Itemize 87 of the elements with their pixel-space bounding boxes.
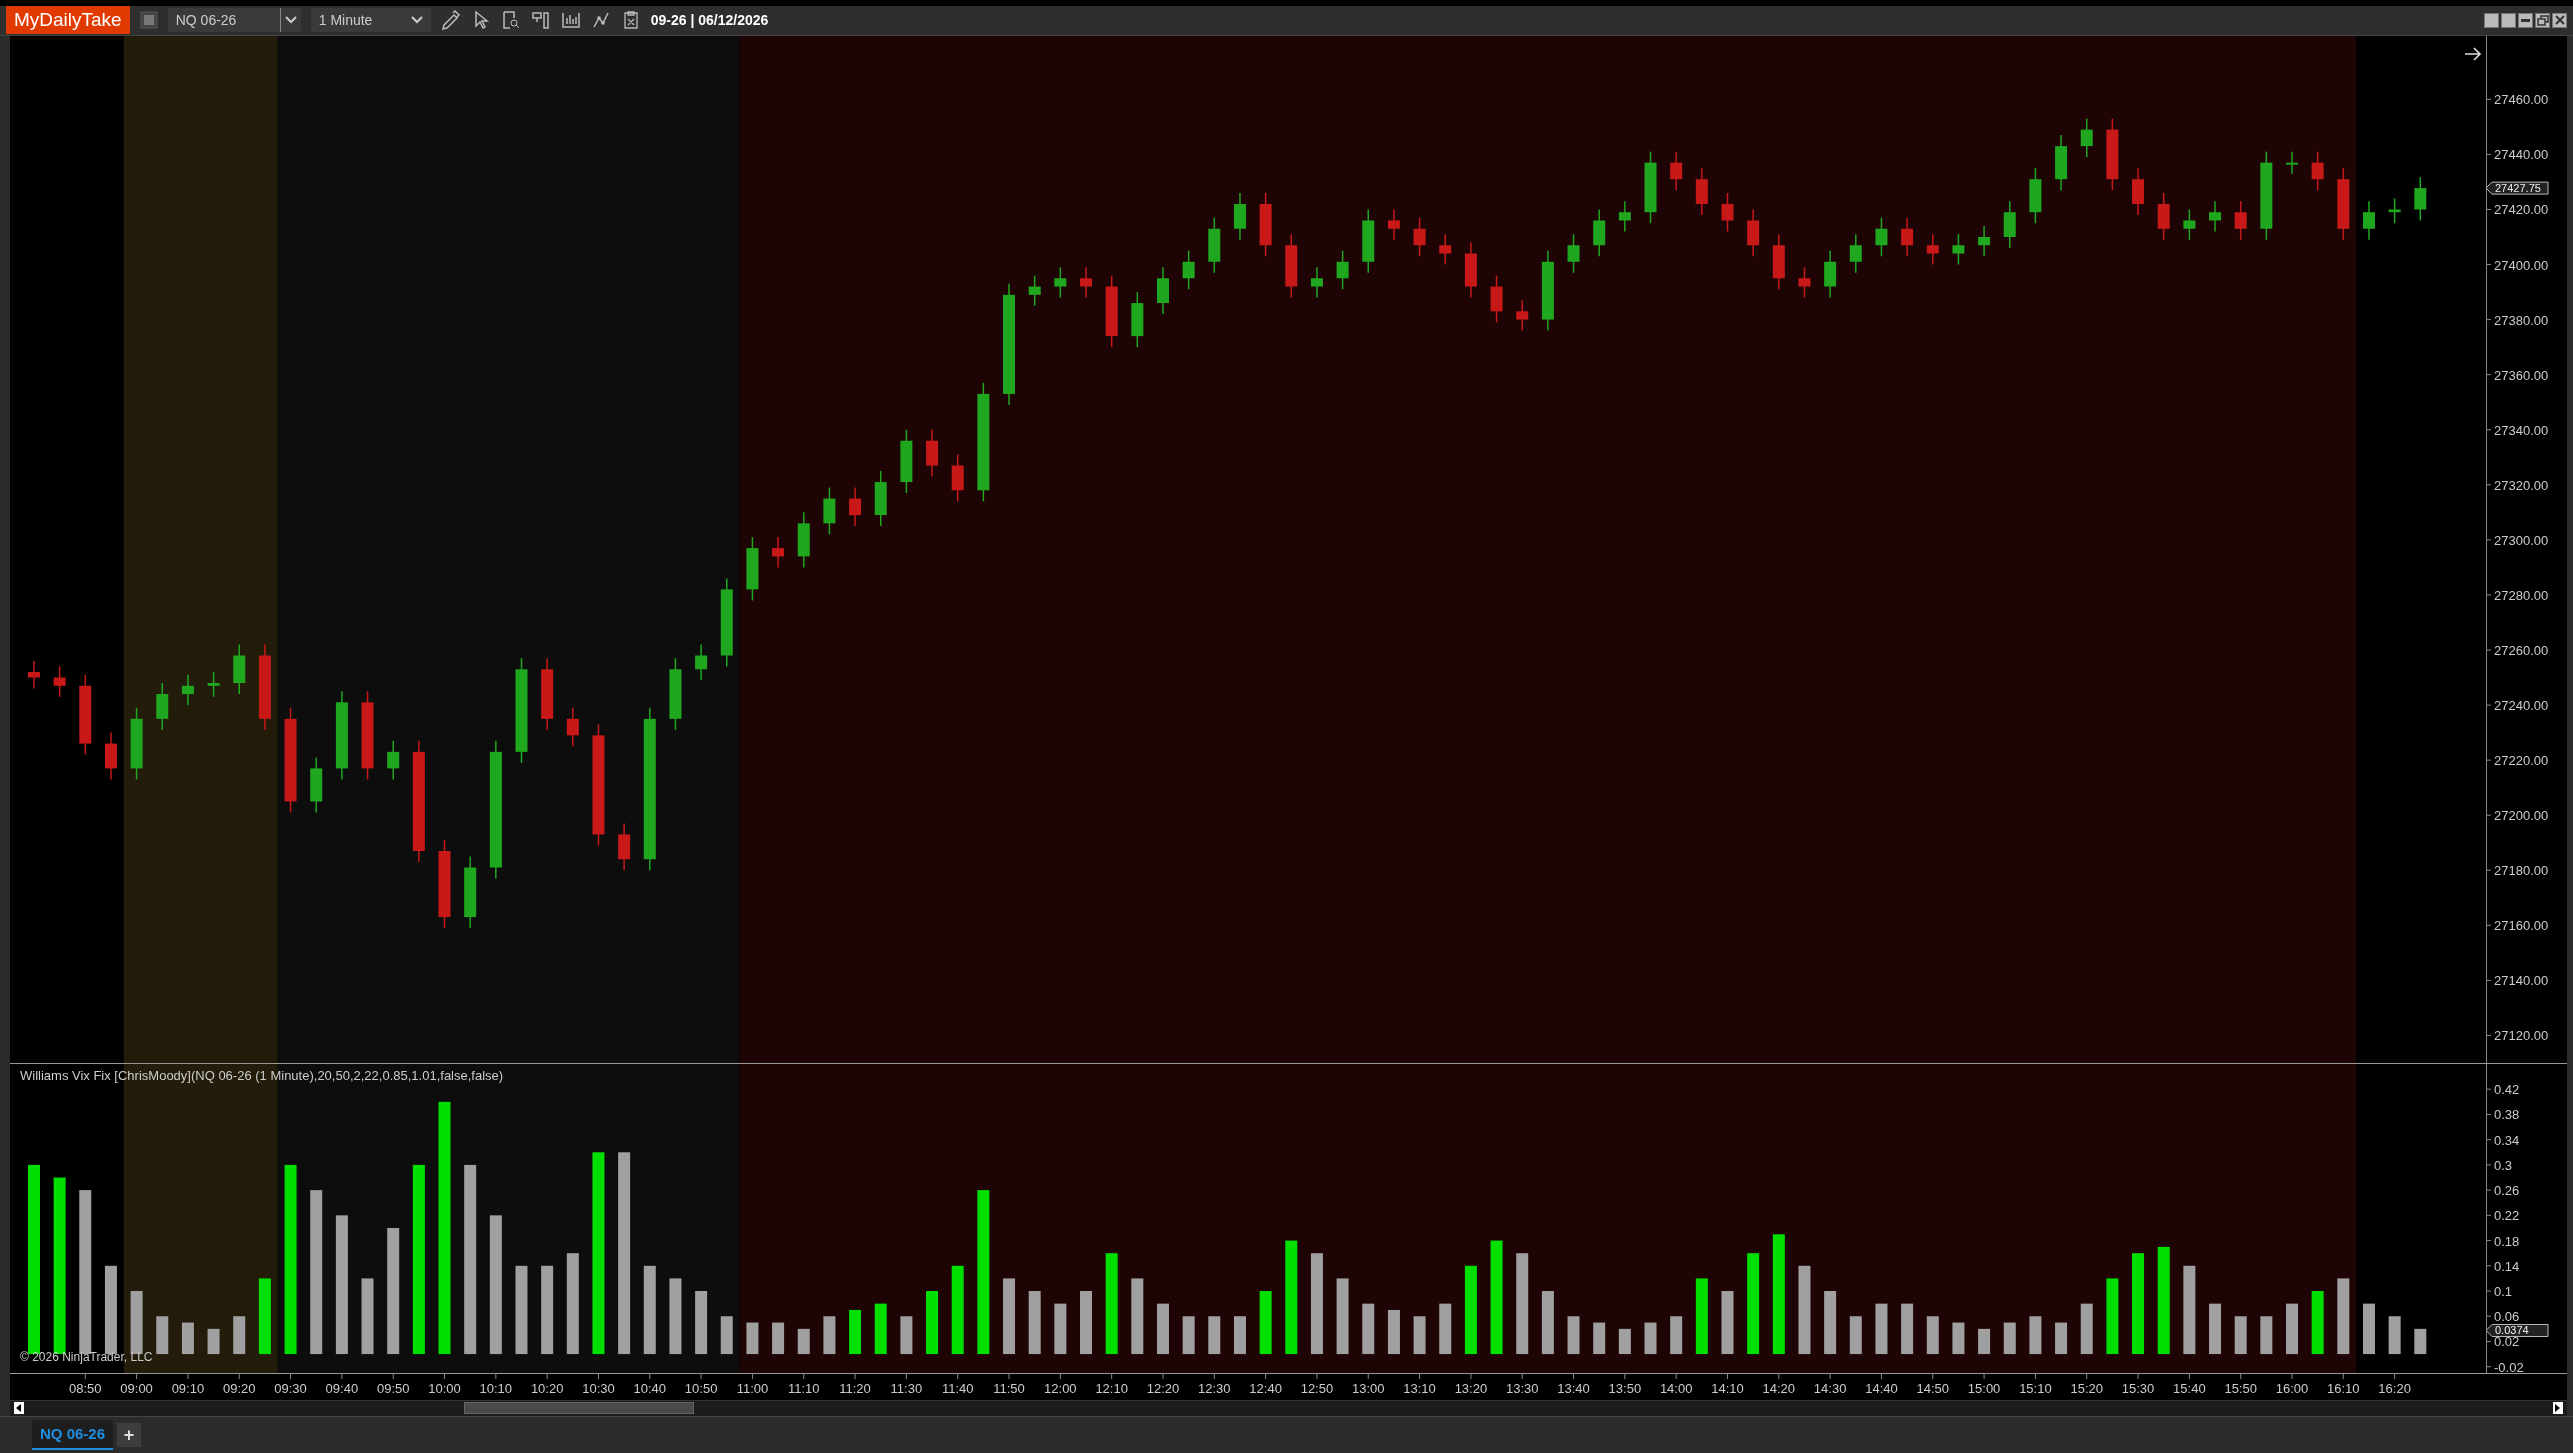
axis-label: 0.34	[2494, 1132, 2520, 1148]
time-label: 16:10	[2327, 1380, 2360, 1396]
axis-label: 27140.00	[2494, 972, 2549, 988]
time-label: 09:20	[222, 1380, 256, 1396]
time-label: 10:50	[684, 1380, 718, 1396]
axis-label: 0.02	[2494, 1334, 2520, 1350]
time-label: 10:40	[633, 1380, 667, 1396]
time-label: 12:00	[1044, 1380, 1077, 1396]
time-label: 12:20	[1146, 1380, 1180, 1396]
time-label: 16:00	[2275, 1380, 2309, 1396]
axis-label: 0.22	[2494, 1207, 2520, 1223]
copyright-text: © 2026 NinjaTrader, LLC	[20, 1349, 153, 1364]
time-label: 12:30	[1198, 1380, 1231, 1396]
axis-label: 27120.00	[2494, 1028, 2549, 1044]
interval-value: 1 Minute	[318, 10, 373, 30]
axis-label: 27300.00	[2494, 532, 2549, 548]
axis-label: 27260.00	[2494, 642, 2549, 658]
axis-label: 27220.00	[2494, 752, 2549, 768]
price-marker: 0.0374	[2486, 1323, 2549, 1337]
time-label: 13:40	[1557, 1380, 1590, 1396]
time-label: 11:40	[941, 1380, 974, 1396]
time-label: 14:20	[1762, 1380, 1796, 1396]
chart-tab[interactable]: NQ 06-26	[32, 1419, 114, 1451]
time-label: 10:00	[428, 1380, 461, 1396]
time-label: 11:10	[787, 1380, 820, 1396]
axis-label: 0.06	[2494, 1308, 2520, 1324]
time-label: 13:50	[1608, 1380, 1642, 1396]
time-label: 14:40	[1865, 1380, 1898, 1396]
time-label: 10:10	[479, 1380, 513, 1396]
axis-label: 0.14	[2494, 1258, 2520, 1274]
time-label: 14:50	[1916, 1380, 1950, 1396]
axis-label: 27160.00	[2494, 917, 2549, 933]
time-label: 11:00	[736, 1380, 769, 1396]
time-label: 10:30	[582, 1380, 615, 1396]
interval-dropdown[interactable]: 1 Minute	[310, 8, 431, 33]
time-label: 14:30	[1813, 1380, 1847, 1396]
date-label: 09-26 | 06/12/2026	[650, 10, 769, 30]
time-label: 12:40	[1249, 1380, 1282, 1396]
time-label: 15:20	[2070, 1380, 2103, 1396]
time-label: 15:50	[2224, 1380, 2257, 1396]
time-label: 10:20	[530, 1380, 564, 1396]
axis-label: 0.1	[2494, 1283, 2513, 1299]
time-label: 13:00	[1352, 1380, 1385, 1396]
time-label: 14:10	[1711, 1380, 1744, 1396]
time-label: 09:30	[274, 1380, 307, 1396]
axis-label: 0.42	[2494, 1081, 2520, 1097]
axis-label: 27280.00	[2494, 587, 2549, 603]
time-label: 09:50	[376, 1380, 410, 1396]
axis-label: 27380.00	[2494, 312, 2549, 328]
axis-label: 0.38	[2494, 1107, 2520, 1122]
axis-label: 27320.00	[2494, 477, 2549, 493]
axis-label: 27240.00	[2494, 697, 2549, 713]
time-label: 12:50	[1300, 1380, 1334, 1396]
time-label: 12:10	[1095, 1380, 1128, 1396]
time-label: 11:20	[839, 1380, 871, 1396]
time-label: 14:00	[1659, 1380, 1693, 1396]
axis-label: 27420.00	[2494, 202, 2549, 217]
axis-label: 0.3	[2494, 1157, 2513, 1173]
axis-label: 0.26	[2494, 1182, 2520, 1198]
axis-label: 27440.00	[2494, 146, 2549, 162]
time-label: 08:50	[69, 1380, 102, 1396]
time-label: 15:00	[1967, 1380, 2001, 1396]
brand-logo: MyDailyTake	[6, 6, 130, 35]
add-tab-button[interactable]: +	[117, 1422, 142, 1447]
time-label: 13:20	[1454, 1380, 1488, 1396]
axis-label: 27180.00	[2494, 862, 2549, 878]
axis-label: 27360.00	[2494, 367, 2549, 383]
axis-label: 27340.00	[2494, 422, 2549, 438]
time-label: 09:10	[171, 1380, 205, 1396]
instrument-field[interactable]: NQ 06-26	[167, 8, 280, 33]
axis-label: 27200.00	[2494, 807, 2549, 823]
axis-label: 27400.00	[2494, 257, 2549, 273]
time-label: 16:20	[2378, 1380, 2411, 1396]
axis-label: 27460.00	[2494, 91, 2549, 107]
indicator-label: Williams Vix Fix [ChrisMoody](NQ 06-26 (1 Minute),20,50,2,22,0.85,1.01,false,false)	[20, 1067, 504, 1083]
axis-label: 0.18	[2494, 1233, 2520, 1249]
time-label: 11:50	[993, 1380, 1025, 1396]
time-label: 15:40	[2173, 1380, 2206, 1396]
axis-label: -0.02	[2494, 1359, 2524, 1373]
time-label: 15:30	[2121, 1380, 2155, 1396]
time-label: 11:30	[890, 1380, 923, 1396]
time-label: 13:30	[1505, 1380, 1539, 1396]
time-label: 13:10	[1403, 1380, 1436, 1396]
time-label: 09:00	[120, 1380, 153, 1396]
time-label: 15:10	[2019, 1380, 2052, 1396]
price-marker: 27427.75	[2486, 181, 2549, 195]
time-label: 09:40	[325, 1380, 359, 1396]
